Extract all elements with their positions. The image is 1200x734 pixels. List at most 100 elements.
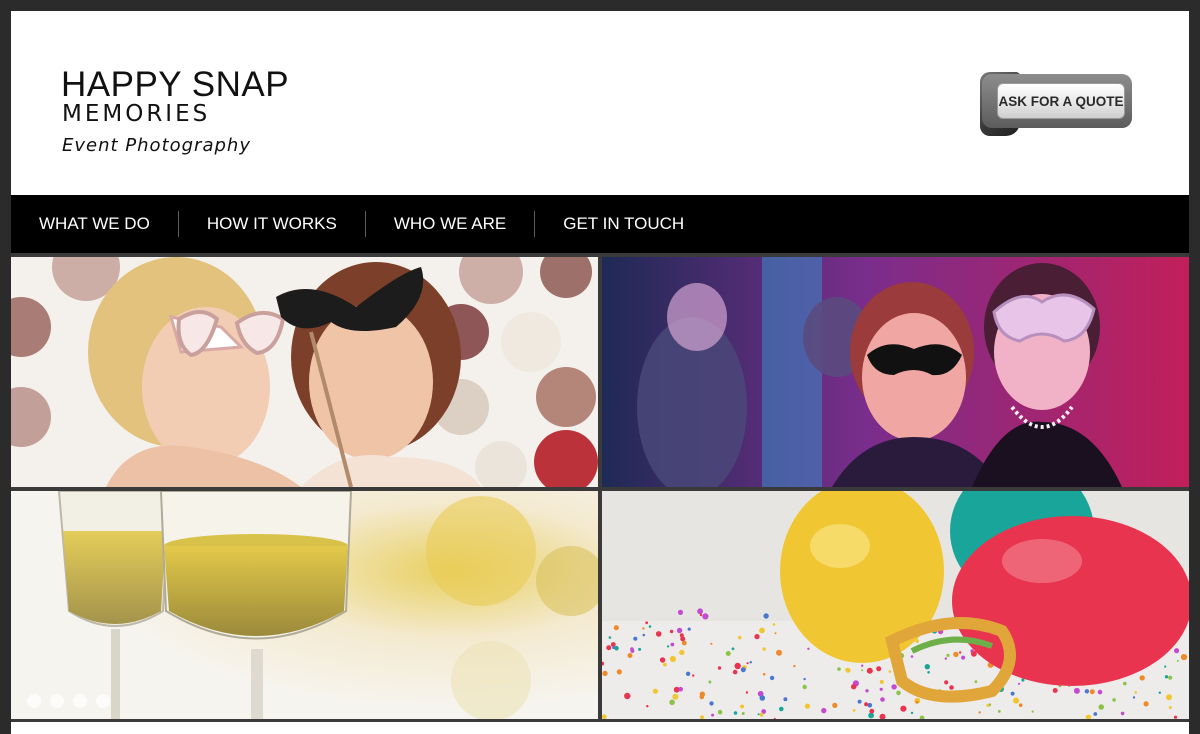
slider-dot[interactable] xyxy=(73,694,87,708)
confetti-speck xyxy=(1120,711,1125,716)
confetti-speck xyxy=(803,677,806,681)
confetti-speck xyxy=(783,697,788,702)
confetti-speck xyxy=(1097,689,1103,695)
nav-item-get-in-touch[interactable]: GET IN TOUCH xyxy=(563,214,684,234)
confetti-speck xyxy=(1018,703,1023,707)
gallery-photo-balloons xyxy=(602,491,1189,719)
confetti-speck xyxy=(666,645,670,648)
confetti-speck xyxy=(612,646,615,649)
confetti-speck xyxy=(1168,675,1173,680)
confetti-speck xyxy=(762,647,766,651)
confetti-speck xyxy=(606,645,612,651)
confetti-speck xyxy=(679,649,685,656)
confetti-speck xyxy=(711,713,715,717)
confetti-speck xyxy=(1098,704,1104,710)
confetti-speck xyxy=(1174,648,1180,654)
confetti-speck xyxy=(861,664,864,667)
quote-button-face: ASK FOR A QUOTE xyxy=(997,83,1125,119)
confetti-speck xyxy=(762,672,766,676)
confetti-speck xyxy=(1132,696,1136,699)
nav-item-how-it-works[interactable]: HOW IT WORKS xyxy=(207,214,337,234)
nav-divider xyxy=(534,211,536,237)
gallery-photo-masquerade xyxy=(602,257,1189,487)
confetti-speck xyxy=(1173,715,1178,719)
confetti-speck xyxy=(769,675,775,681)
confetti-speck xyxy=(1143,701,1149,707)
confetti-speck xyxy=(1013,697,1020,704)
logo-subtitle: MEMORIES xyxy=(62,101,211,127)
confetti-speck xyxy=(924,664,930,670)
masquerade-illustration xyxy=(602,257,1189,487)
confetti-speck xyxy=(731,647,735,651)
confetti-speck xyxy=(732,669,738,675)
confetti-speck xyxy=(1084,689,1090,694)
confetti-speck xyxy=(1180,654,1188,661)
confetti-speck xyxy=(807,647,810,650)
confetti-speck xyxy=(793,664,796,668)
confetti-speck xyxy=(779,706,784,712)
confetti-speck xyxy=(776,649,782,656)
confetti-speck xyxy=(645,621,649,625)
confetti-speck xyxy=(900,705,907,712)
confetti-speck xyxy=(802,684,807,690)
confetti-speck xyxy=(869,708,875,714)
confetti-speck xyxy=(602,670,608,677)
confetti-speck xyxy=(915,700,919,704)
confetti-speck xyxy=(709,701,714,706)
confetti-speck xyxy=(1168,706,1172,709)
confetti-speck xyxy=(608,636,612,639)
logo-title: HAPPY SNAP xyxy=(61,65,290,104)
gallery-photo-props xyxy=(11,257,598,487)
confetti-speck xyxy=(772,623,776,626)
quote-button-label: ASK FOR A QUOTE xyxy=(998,93,1124,109)
confetti-speck xyxy=(659,657,666,663)
confetti-speck xyxy=(851,684,857,690)
confetti-speck xyxy=(1164,675,1169,679)
confetti-speck xyxy=(754,634,760,640)
confetti-speck xyxy=(1158,691,1161,694)
confetti-speck xyxy=(648,625,652,628)
balloons-illustration xyxy=(602,491,1189,719)
nav-item-what-we-do[interactable]: WHAT WE DO xyxy=(39,214,150,234)
confetti-speck xyxy=(669,699,675,706)
confetti-speck xyxy=(845,668,849,671)
confetti-speck xyxy=(953,651,959,658)
confetti-speck xyxy=(946,653,950,657)
site-logo[interactable]: HAPPY SNAP MEMORIES Event Photography xyxy=(61,67,321,167)
confetti-speck xyxy=(646,705,649,708)
confetti-speck xyxy=(1176,659,1179,662)
slider-dot[interactable] xyxy=(27,694,41,708)
confetti-speck xyxy=(676,627,683,634)
nav-item-who-we-are[interactable]: WHO WE ARE xyxy=(394,214,506,234)
confetti-speck xyxy=(702,613,709,620)
confetti-speck xyxy=(681,640,687,646)
confetti-speck xyxy=(949,685,954,690)
champagne-illustration xyxy=(11,491,598,719)
confetti-speck xyxy=(804,703,811,709)
confetti-speck xyxy=(896,690,901,696)
confetti-speck xyxy=(944,680,949,685)
confetti-speck xyxy=(663,662,667,667)
confetti-speck xyxy=(1166,694,1172,701)
confetti-speck xyxy=(642,627,645,630)
photo-booth-illustration xyxy=(11,257,598,487)
confetti-speck xyxy=(888,670,892,673)
confetti-speck xyxy=(1139,675,1145,681)
confetti-speck xyxy=(669,655,676,663)
slider-dot[interactable] xyxy=(50,694,64,708)
confetti-speck xyxy=(1073,687,1080,694)
slider-dot[interactable] xyxy=(96,694,110,708)
confetti-speck xyxy=(759,712,764,717)
confetti-speck xyxy=(627,653,633,658)
confetti-speck xyxy=(687,627,691,631)
logo-tagline: Event Photography xyxy=(62,135,251,156)
confetti-speck xyxy=(1089,689,1095,695)
ask-for-quote-button[interactable]: ASK FOR A QUOTE xyxy=(980,72,1134,138)
confetti-speck xyxy=(774,632,777,635)
confetti-speck xyxy=(821,707,827,714)
site-header: HAPPY SNAP MEMORIES Event Photography AS… xyxy=(11,11,1189,195)
confetti-speck xyxy=(927,671,930,674)
confetti-speck xyxy=(1018,682,1021,685)
confetti-speck xyxy=(974,680,978,684)
confetti-speck xyxy=(638,647,642,651)
